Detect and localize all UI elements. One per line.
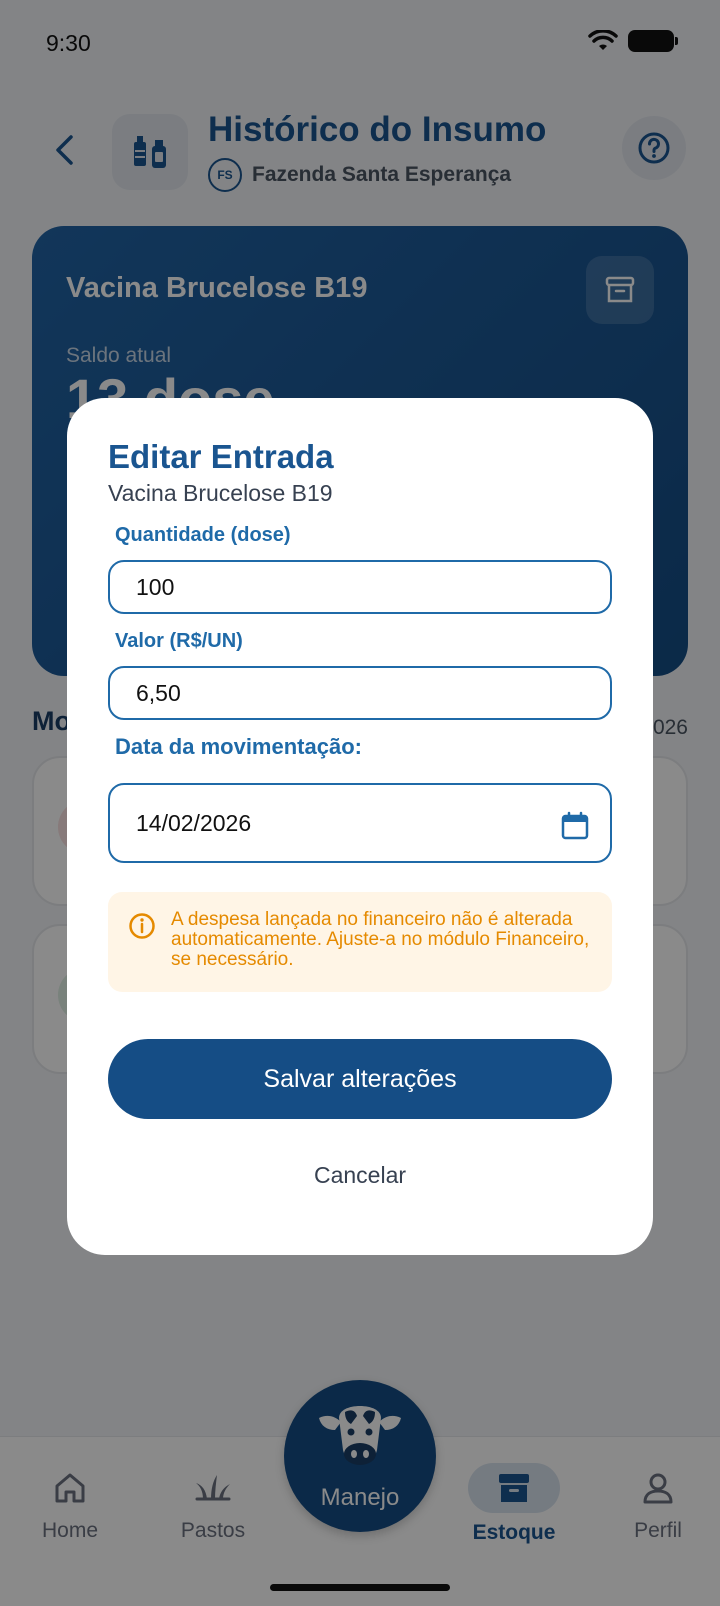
value-label: Valor (R$/UN): [115, 630, 243, 652]
dialog-title: Editar Entrada: [108, 438, 334, 475]
save-button[interactable]: Salvar alterações: [108, 1039, 612, 1119]
date-input[interactable]: [108, 783, 612, 863]
warning-text: A despesa lançada no financeiro não é al…: [171, 909, 590, 970]
unit-value-input[interactable]: [108, 666, 612, 720]
edit-entry-dialog: Editar Entrada Vacina Brucelose B19 Quan…: [67, 398, 653, 1255]
quantity-label: Quantidade (dose): [115, 524, 291, 546]
cancel-button[interactable]: Cancelar: [108, 1150, 612, 1200]
calendar-button[interactable]: [557, 808, 593, 844]
calendar-icon: [561, 811, 589, 840]
quantity-input[interactable]: [108, 560, 612, 614]
info-icon: [129, 913, 155, 939]
warning-alert: A despesa lançada no financeiro não é al…: [108, 892, 612, 992]
date-label: Data da movimentação:: [115, 734, 362, 759]
dialog-subtitle: Vacina Brucelose B19: [108, 480, 333, 506]
